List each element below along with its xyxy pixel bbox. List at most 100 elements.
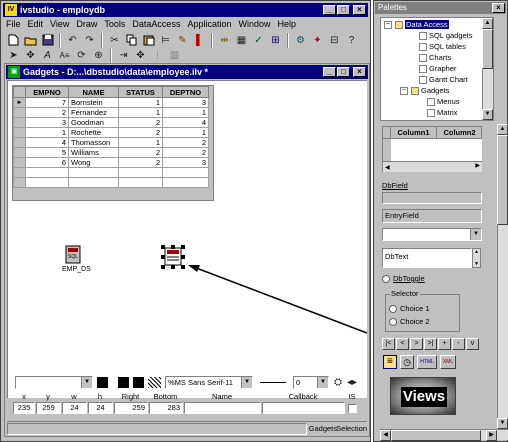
check-icon[interactable]: ✓ [251,33,266,48]
tree-node[interactable]: SQL gadgets [419,31,473,41]
flag-icon[interactable]: ▌ [192,33,207,48]
minimize-button[interactable]: _ [323,5,336,15]
import-icon[interactable]: ⇥ [116,48,131,63]
chart-icon[interactable]: ▥ [167,48,182,63]
menu-help[interactable]: Help [278,18,297,31]
nav-more-button[interactable]: v [466,338,479,350]
tag-icon[interactable]: ⊞ [383,355,397,369]
font-size-icon[interactable]: A≡ [57,48,72,63]
copy-icon[interactable] [124,33,139,48]
menu-edit[interactable]: Edit [28,18,44,31]
move-icon[interactable]: ✥ [23,48,38,63]
line-style-sample[interactable] [260,382,286,383]
ivstudio-app-icon[interactable]: IV [5,4,17,16]
selector-choice-2[interactable]: Choice 2 [389,317,430,327]
palette-scroll-down-icon[interactable]: ▼ [497,418,508,429]
table-icon[interactable]: ⊟ [327,33,342,48]
palette-scroll-right-icon[interactable]: ▶ [486,430,497,441]
link-icon[interactable]: ⚙ [293,33,308,48]
tree-node[interactable]: SQL tables [419,42,466,52]
dbtoggle-radio[interactable] [382,275,390,284]
menu-dataaccess[interactable]: DataAccess [132,18,180,31]
redo-icon[interactable]: ↷ [82,33,97,48]
scroll-thumb[interactable] [482,29,493,69]
background-color-swatch[interactable] [118,377,129,388]
prop-h-field[interactable]: 24 [88,402,113,414]
font-combo[interactable]: %MS Sans Serif-11 ▼ [165,376,253,389]
prop-y-field[interactable]: 259 [36,402,61,414]
html-icon[interactable]: HTML [417,355,437,369]
undo-icon[interactable]: ↶ [65,33,80,48]
tree-node[interactable]: Matrix [427,108,457,118]
prop-is-checkbox[interactable] [348,404,357,413]
nav-arrows-icon[interactable]: ◂▸ [347,375,357,390]
matrix-gadget[interactable]: Column1 Column2 ◀ ▶ [382,126,482,172]
views-logo[interactable]: Views [390,377,456,415]
dbtext-field[interactable]: DbText [382,248,472,268]
clock-icon[interactable]: ◷ [400,355,414,369]
matrix-hscrollbar[interactable]: ◀ ▶ [383,161,482,172]
prop-bottom-field[interactable]: 283 [149,402,183,414]
nav-add-button[interactable]: + [438,338,451,350]
scroll-up-arrow-icon[interactable]: ▲ [482,18,493,29]
cut-icon[interactable]: ✂ [107,33,122,48]
tree-node[interactable]: − Data Access [384,20,449,30]
palette-hscroll-thumb[interactable] [391,430,481,441]
prop-callback-field[interactable] [262,402,345,414]
close-button[interactable]: × [353,5,366,15]
brush-icon[interactable]: ✎ [175,33,190,48]
menu-file[interactable]: File [6,18,21,31]
prop-x-field[interactable]: 235 [13,402,35,414]
dbtoggle[interactable]: DbToggle [382,274,425,284]
save-icon[interactable] [40,33,55,48]
tree-node[interactable]: Charts [419,53,451,63]
main-titlebar[interactable]: IV ivstudio - employdb _ □ × [3,3,368,17]
tree-node[interactable]: Grapher [419,64,457,74]
tree-node[interactable]: Gantt Chart [419,75,468,85]
choice-2-radio[interactable] [389,318,397,327]
inspect-icon[interactable]: ⊞ [268,33,283,48]
line-width-combo[interactable]: 0 ▼ [293,376,329,389]
color-combo[interactable]: ▼ [15,376,93,389]
menu-window[interactable]: Window [238,18,270,31]
rotate-icon[interactable]: ⟳ [74,48,89,63]
palette-hscrollbar[interactable]: ◀ ▶ [380,429,508,441]
prop-right-field[interactable]: 259 [114,402,148,414]
prop-w-field[interactable]: 24 [62,402,87,414]
palette-combo-box[interactable]: ▼ [382,228,482,241]
group-icon[interactable]: ⊕ [91,48,106,63]
prop-name-field[interactable] [184,402,261,414]
nav-prev-button[interactable]: < [396,338,409,350]
palettes-close-button[interactable]: × [492,3,505,13]
nav-last-button[interactable]: >| [424,338,437,350]
bars-icon[interactable]: ⦙ [150,48,165,63]
arrow-style-icon[interactable]: ⛭ [333,375,343,390]
tree-expander-icon[interactable]: − [384,21,392,29]
test-icon[interactable]: ✦ [310,33,325,48]
foreground-color-swatch[interactable] [97,377,108,388]
palette-scroll-thumb[interactable] [497,135,508,225]
gadgets-window-icon[interactable]: ▣ [8,66,20,78]
entry-field[interactable]: EntryField [382,209,482,223]
new-file-icon[interactable] [6,33,21,48]
gadgets-minimize-button[interactable]: _ [323,67,336,77]
nav-first-button[interactable]: |< [382,338,395,350]
dbtext-scrollbar[interactable]: ▲ ▼ [472,248,481,268]
pattern-swatch[interactable] [148,377,161,388]
maximize-button[interactable]: □ [337,5,350,15]
open-folder-icon[interactable] [23,33,38,48]
nav-next-button[interactable]: > [410,338,423,350]
select-arrow-icon[interactable]: ➤ [6,48,21,63]
choice-1-radio[interactable] [389,305,397,314]
scroll-down-arrow-icon[interactable]: ▼ [482,109,493,120]
menu-view[interactable]: View [50,18,69,31]
tree-node[interactable]: − Gadgets [400,86,449,96]
paste-icon[interactable] [141,33,156,48]
dbfield-input[interactable] [382,192,482,204]
tree-scrollbar[interactable]: ▲ ▼ [482,18,493,120]
fill-color-swatch[interactable] [133,377,144,388]
text-a-icon[interactable]: A [40,48,55,63]
palette-vscrollbar[interactable]: ▲ ▼ [497,124,508,429]
menu-application[interactable]: Application [187,18,231,31]
align-center-icon[interactable]: ✥ [133,48,148,63]
